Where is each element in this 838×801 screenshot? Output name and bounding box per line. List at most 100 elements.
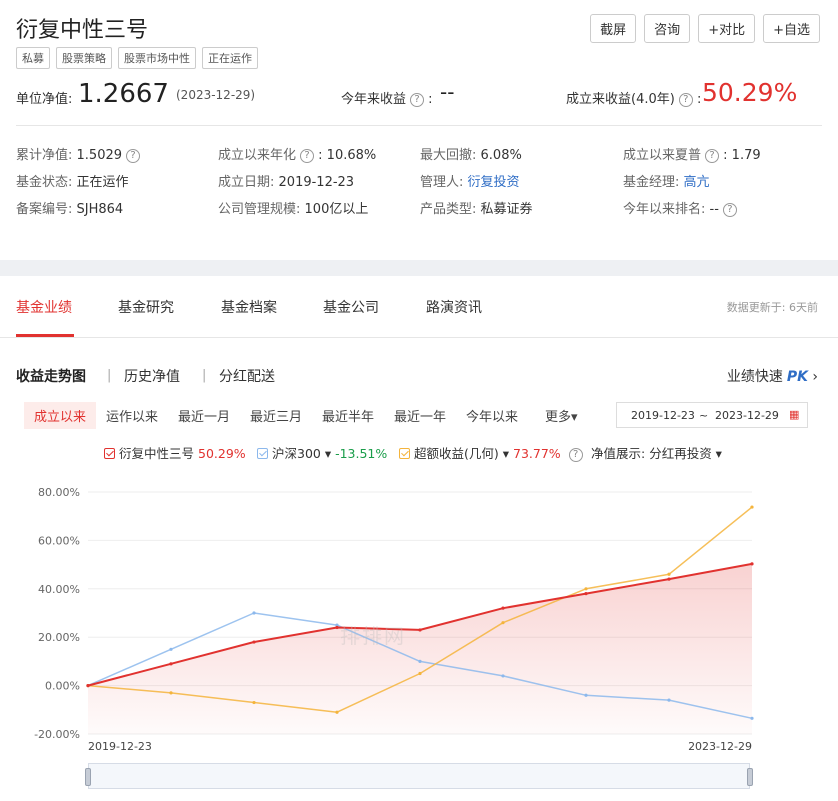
help-icon[interactable]: ? [705, 149, 720, 163]
unit-nav-label: 单位净值: [16, 92, 73, 107]
tab-profile[interactable]: 基金档案 [221, 297, 277, 317]
calendar-icon[interactable]: ▦ [789, 408, 799, 421]
active-tab-indicator [16, 334, 74, 337]
range-1y[interactable]: 最近一年 [384, 402, 456, 429]
subtab-dividends[interactable]: 分红配送 [219, 366, 275, 386]
data-point [418, 671, 422, 676]
help-icon[interactable]: ? [126, 149, 141, 163]
data-point [418, 628, 422, 632]
range-ytd[interactable]: 今年以来 [456, 402, 528, 429]
x-tick-label: 2019-12-23 [88, 740, 152, 753]
legend-excess[interactable]: 超额收益(几何) ▾ 73.77% ? [399, 443, 583, 462]
data-point [252, 700, 256, 705]
tab-research[interactable]: 基金研究 [118, 297, 174, 317]
y-tick-label: 40.00% [38, 583, 80, 596]
main-tabs: 基金业绩 基金研究 基金档案 基金公司 路演资讯 数据更新于: 6天前 [0, 276, 838, 338]
date-range-picker[interactable]: 2019-12-23 ~ 2023-12-29 ▦ [616, 402, 808, 428]
data-point [584, 592, 588, 596]
unit-nav-date: (2023-12-29) [176, 88, 256, 102]
screenshot-button[interactable]: 截屏 [590, 14, 637, 43]
divider [16, 125, 822, 126]
data-point [750, 716, 754, 720]
data-point [584, 587, 588, 591]
range-1m[interactable]: 最近一月 [168, 402, 240, 429]
tag-status: 正在运作 [202, 47, 258, 69]
help-icon[interactable]: ? [568, 448, 583, 462]
update-time: 数据更新于: 6天前 [726, 301, 818, 314]
legend-fund[interactable]: 衍复中性三号 50.29% [104, 443, 246, 462]
y-tick-label: 80.00% [38, 486, 80, 499]
help-icon[interactable]: ? [300, 149, 315, 163]
date-end[interactable]: 2023-12-29 [715, 409, 779, 422]
tab-company[interactable]: 基金公司 [323, 297, 379, 317]
data-point [584, 693, 588, 697]
data-point [418, 659, 422, 663]
subtab-history-nav[interactable]: 历史净值 [124, 366, 180, 386]
info-sharpe: 成立以来夏普? : 1.79 [623, 148, 761, 163]
data-point [252, 640, 256, 644]
data-point [335, 625, 339, 630]
tag-category: 私募 [16, 47, 50, 69]
tab-performance[interactable]: 基金业绩 [16, 297, 72, 317]
data-point [750, 562, 754, 566]
fund-title: 衍复中性三号 [16, 18, 149, 43]
manager-link[interactable]: 衍复投资 [468, 175, 520, 190]
info-annualized: 成立以来年化? : 10.68% [218, 148, 377, 163]
info-registration: 备案编号: SJH864 [16, 202, 124, 217]
range-since-operation[interactable]: 运作以来 [96, 402, 168, 429]
compare-button[interactable]: +对比 [698, 14, 756, 43]
help-icon[interactable]: ? [410, 93, 425, 107]
since-inception-return-label: 成立来收益(4.0年)? : [566, 92, 702, 107]
date-separator: ~ [699, 409, 709, 422]
data-point [86, 684, 90, 688]
data-point [169, 691, 173, 695]
chart-subtabs: 收益走势图 | 历史净值 | 分红配送 业绩快速 PK › [16, 366, 822, 386]
range-more-dropdown[interactable]: 更多▾ [535, 402, 588, 429]
data-point [667, 577, 671, 581]
return-chart: 80.00% 60.00% 40.00% 20.00% 0.00% -20.00% 2019… [0, 470, 838, 801]
x-tick-label: 2023-12-29 [688, 740, 752, 753]
range-since-inception[interactable]: 成立以来 [24, 402, 97, 429]
separator: | [107, 368, 112, 383]
subtab-return-trend[interactable]: 收益走势图 [16, 366, 86, 386]
tag-strategy: 股票策略 [56, 47, 112, 69]
range-3m[interactable]: 最近三月 [240, 402, 312, 429]
tab-roadshow[interactable]: 路演资讯 [426, 297, 482, 317]
consult-button[interactable]: 咨询 [644, 14, 691, 43]
slider-handle-left[interactable] [85, 768, 91, 786]
checkbox-icon[interactable] [257, 448, 268, 459]
pk-link[interactable]: 业绩快速 PK › [727, 366, 818, 386]
legend-index[interactable]: 沪深300 ▾ -13.51% [257, 443, 387, 462]
since-inception-return-value: 50.29% [702, 78, 798, 107]
slider-handle-right[interactable] [747, 768, 753, 786]
info-status: 基金状态: 正在运作 [16, 175, 129, 190]
y-tick-label: 0.00% [45, 680, 80, 693]
fund-manager-link[interactable]: 高亢 [684, 175, 710, 190]
nav-display-mode[interactable]: 净值展示: 分红再投资 ▾ [591, 443, 722, 462]
ytd-return-label: 今年来收益? : [341, 92, 433, 107]
date-start[interactable]: 2019-12-23 [631, 409, 695, 422]
help-icon[interactable]: ? [678, 93, 693, 107]
help-icon[interactable]: ? [722, 203, 737, 217]
section-gap [0, 260, 838, 276]
data-point [335, 710, 339, 714]
data-point [501, 674, 505, 678]
y-tick-label: 60.00% [38, 534, 80, 547]
data-point [750, 505, 754, 509]
nav-summary: 单位净值: 1.2667 (2023-12-29) 今年来收益? : -- 成立… [16, 78, 822, 110]
data-point [252, 611, 256, 615]
checkbox-icon[interactable] [104, 448, 115, 459]
info-ytd-rank: 今年以来排名: --? [623, 198, 737, 217]
ytd-return-value: -- [440, 80, 455, 104]
info-company-aum: 公司管理规模: 100亿以上 [218, 202, 369, 217]
range-slider[interactable] [85, 763, 753, 789]
y-tick-label: -20.00% [34, 728, 80, 741]
range-6m[interactable]: 最近半年 [312, 402, 384, 429]
unit-nav-value: 1.2667 [78, 79, 169, 109]
separator: | [202, 368, 207, 383]
checkbox-icon[interactable] [399, 448, 410, 459]
tag-substrategy: 股票市场中性 [118, 47, 196, 69]
info-cumulative-nav: 累计净值: 1.5029? [16, 144, 141, 163]
info-product-type: 产品类型: 私募证券 [420, 202, 533, 217]
watchlist-button[interactable]: +自选 [763, 14, 820, 43]
